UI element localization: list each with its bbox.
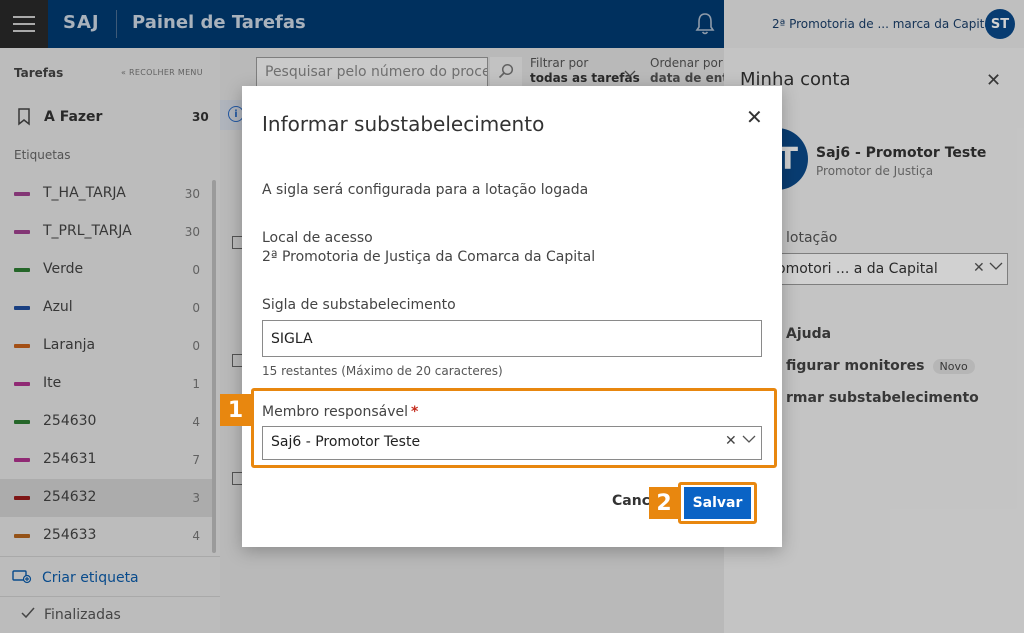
- sigla-char-counter: 15 restantes (Máximo de 20 caracteres): [262, 364, 503, 378]
- sigla-label: Sigla de substabelecimento: [262, 297, 456, 313]
- substabelecimento-dialog: Informar substabelecimento ✕ A sigla ser…: [242, 86, 782, 547]
- dialog-info-text: A sigla será configurada para a lotação …: [262, 182, 589, 198]
- step-badge-2: 2: [649, 487, 679, 519]
- highlight-salvar: [678, 482, 757, 524]
- local-acesso-value: 2ª Promotoria de Justiça da Comarca da C…: [262, 249, 596, 265]
- dialog-title: Informar substabelecimento: [262, 112, 545, 136]
- step-badge-1: 1: [220, 394, 251, 426]
- sigla-input[interactable]: [262, 320, 762, 357]
- local-acesso-label: Local de acesso: [262, 230, 373, 246]
- close-icon[interactable]: ✕: [746, 105, 763, 129]
- highlight-membro: [251, 388, 777, 468]
